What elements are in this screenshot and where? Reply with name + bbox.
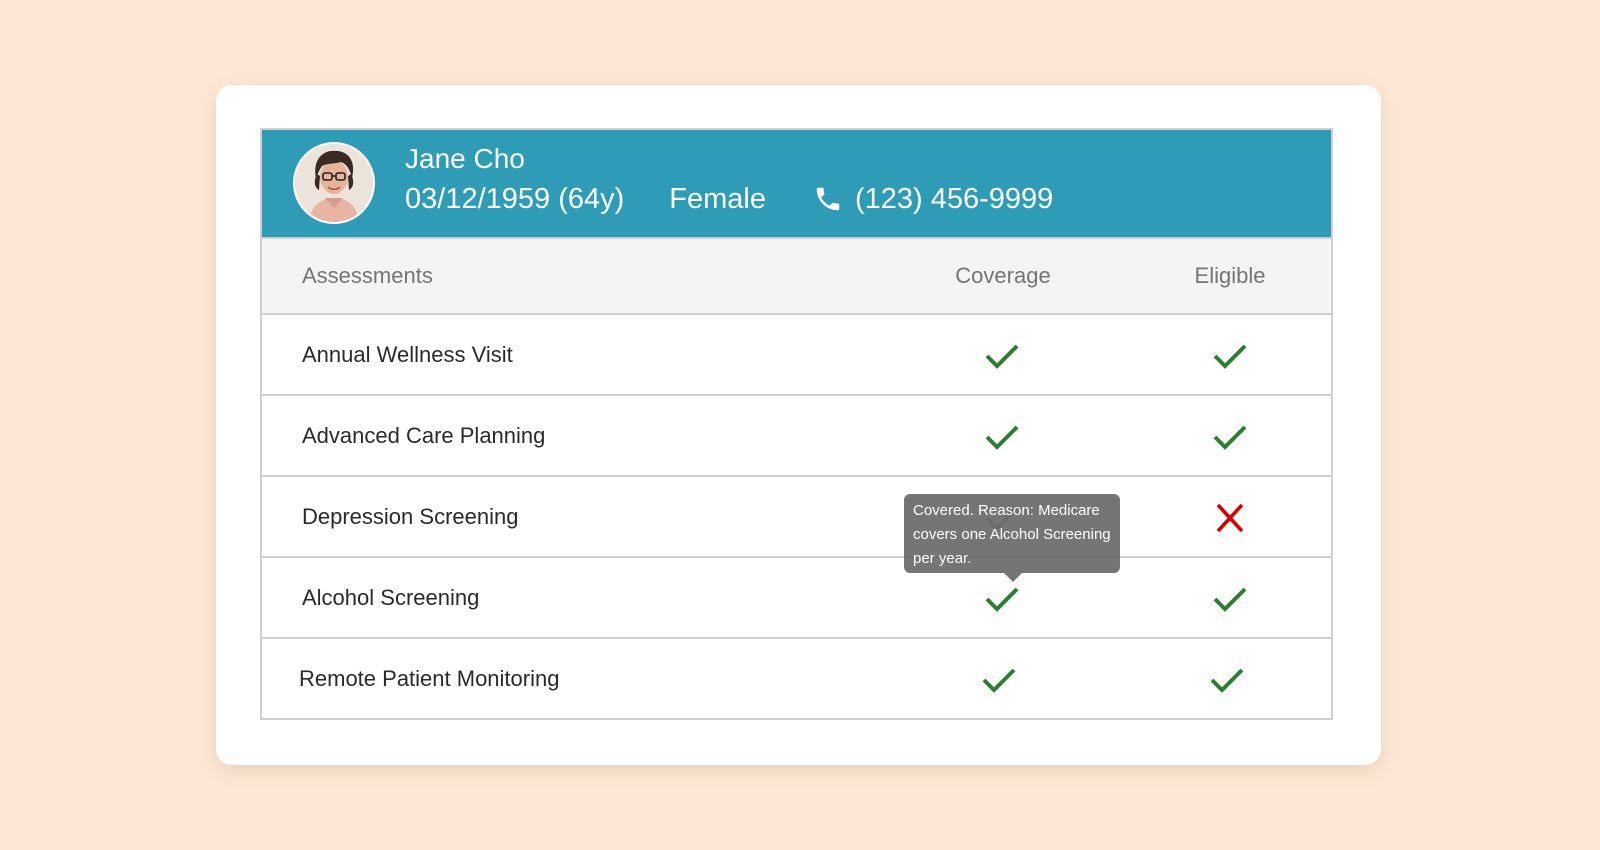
table-header: Assessments Coverage Eligible [262, 237, 1331, 315]
header-coverage: Coverage [955, 263, 1051, 288]
eligible-check-icon[interactable] [1210, 336, 1250, 376]
assessment-label: Advanced Care Planning [302, 423, 546, 448]
patient-phone[interactable]: (123) 456-9999 [855, 183, 1053, 216]
coverage-check-icon[interactable] [982, 417, 1022, 457]
eligible-check-icon[interactable] [1210, 579, 1250, 619]
table-row: Advanced Care Planning [262, 396, 1331, 477]
coverage-tooltip: Covered. Reason: Medicare covers one Alc… [904, 494, 1120, 582]
table-row: Annual Wellness Visit [262, 315, 1331, 396]
assessment-table: Jane Cho 03/12/1959 (64y) Female (123) 4… [260, 128, 1333, 720]
assessment-label: Alcohol Screening [302, 585, 480, 610]
patient-header: Jane Cho 03/12/1959 (64y) Female (123) 4… [262, 130, 1331, 237]
coverage-check-icon[interactable] [982, 579, 1022, 619]
assessment-label: Depression Screening [302, 504, 519, 529]
patient-info: 03/12/1959 (64y) Female (123) 456-9999 [405, 180, 1053, 218]
table-row: Depression Screening [262, 477, 1331, 558]
coverage-check-icon[interactable] [979, 660, 1019, 700]
assessment-label: Annual Wellness Visit [302, 342, 513, 367]
header-assessments: Assessments [302, 263, 433, 288]
table-row: Remote Patient Monitoring [262, 639, 1331, 718]
phone-icon [813, 184, 843, 214]
eligible-check-icon[interactable] [1207, 660, 1247, 700]
coverage-check-icon[interactable] [982, 336, 1022, 376]
eligible-cross-icon[interactable] [1210, 498, 1250, 538]
table-row: Alcohol Screening [262, 558, 1331, 639]
eligible-check-icon[interactable] [1210, 417, 1250, 457]
patient-sex: Female [669, 182, 766, 215]
patient-card: Jane Cho 03/12/1959 (64y) Female (123) 4… [216, 85, 1381, 765]
assessment-label: Remote Patient Monitoring [299, 666, 560, 691]
patient-name: Jane Cho [405, 143, 525, 174]
patient-dob: 03/12/1959 (64y) [405, 182, 625, 215]
avatar [293, 142, 375, 224]
header-eligible: Eligible [1194, 263, 1266, 288]
